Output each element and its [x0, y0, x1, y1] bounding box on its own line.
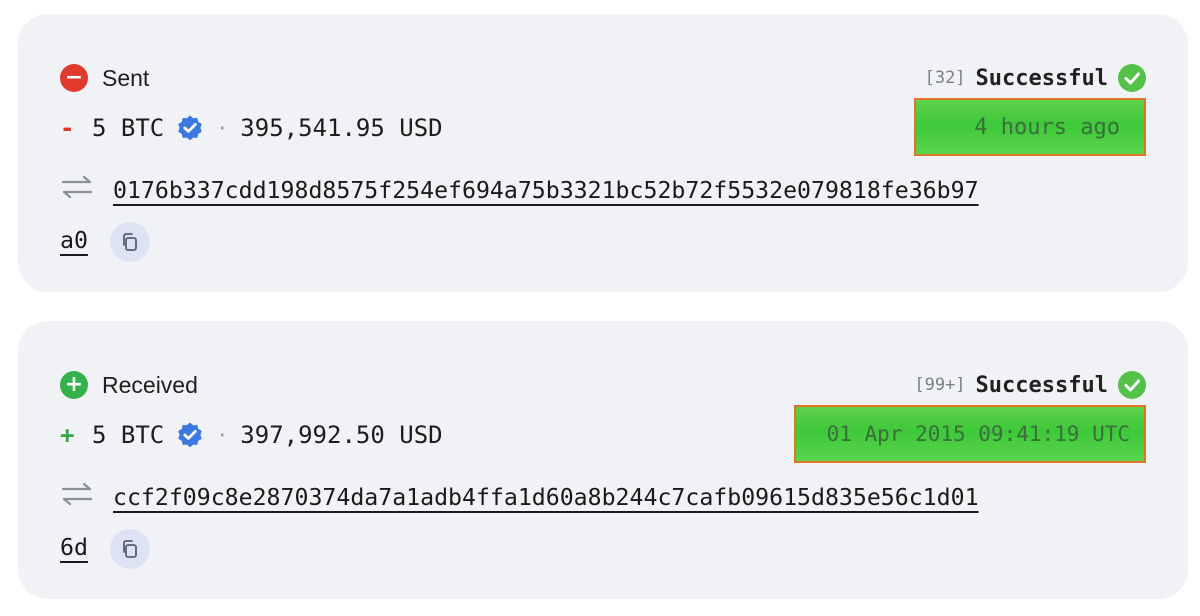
amount-group: + 5 BTC · 397,992.50 USD	[60, 421, 443, 449]
copy-hash-button[interactable]	[110, 222, 150, 262]
status-group: [99+] Successful	[914, 369, 1146, 401]
transaction-hash-link[interactable]: ccf2f09c8e2870374da7a1adb4ffa1d60a8b244c…	[113, 473, 1143, 523]
swap-arrows-icon	[61, 175, 93, 199]
verified-badge-icon	[176, 421, 204, 449]
transaction-hash-link[interactable]: 0176b337cdd198d8575f254ef694a75b3321bc52…	[113, 166, 1143, 216]
confirmations-count: [99+]	[914, 375, 966, 395]
btc-amount: 5 BTC	[92, 421, 165, 449]
transaction-card-received: + Received [99+] Successful + 5 BTC · 39…	[18, 321, 1188, 599]
amount-sign: -	[60, 114, 75, 142]
copy-icon	[123, 233, 137, 251]
separator-dot: ·	[216, 116, 229, 140]
minus-circle-icon: −	[60, 64, 88, 92]
direction-label: Received	[102, 372, 198, 398]
confirmations-count: [32]	[924, 68, 966, 88]
transaction-header: + Received [99+] Successful	[60, 369, 1146, 399]
transaction-hash-tail[interactable]: 6d	[60, 523, 88, 573]
amount-group: - 5 BTC · 395,541.95 USD	[60, 114, 443, 142]
timestamp: 01 Apr 2015 09:41:19 UTC	[826, 422, 1130, 446]
swap-arrows-icon	[61, 482, 93, 506]
status-label: Successful	[975, 372, 1108, 398]
status-group: [32] Successful	[925, 62, 1146, 94]
amount-row: + 5 BTC · 397,992.50 USD 01 Apr 2015 09:…	[60, 405, 1146, 463]
status-label: Successful	[975, 65, 1108, 91]
verified-badge-icon	[176, 114, 204, 142]
timestamp: 4 hours ago	[974, 114, 1120, 140]
amount-sign: +	[60, 421, 75, 449]
timestamp-highlight: 4 hours ago	[914, 98, 1146, 156]
amount-row: - 5 BTC · 395,541.95 USD 4 hours ago	[60, 98, 1146, 156]
transaction-header: − Sent [32] Successful	[60, 62, 1146, 92]
copy-icon	[123, 540, 137, 558]
direction-label: Sent	[102, 65, 150, 91]
check-circle-icon	[1118, 371, 1146, 399]
usd-value: 397,992.50 USD	[240, 421, 443, 449]
usd-value: 395,541.95 USD	[240, 114, 443, 142]
btc-amount: 5 BTC	[92, 114, 165, 142]
transaction-hash-tail[interactable]: a0	[60, 216, 88, 266]
separator-dot: ·	[216, 423, 229, 447]
copy-hash-button[interactable]	[110, 529, 150, 569]
plus-circle-icon: +	[60, 371, 88, 399]
timestamp-highlight: 01 Apr 2015 09:41:19 UTC	[794, 405, 1146, 463]
check-circle-icon	[1118, 64, 1146, 92]
transaction-card-sent: − Sent [32] Successful - 5 BTC · 395,541…	[18, 14, 1188, 292]
